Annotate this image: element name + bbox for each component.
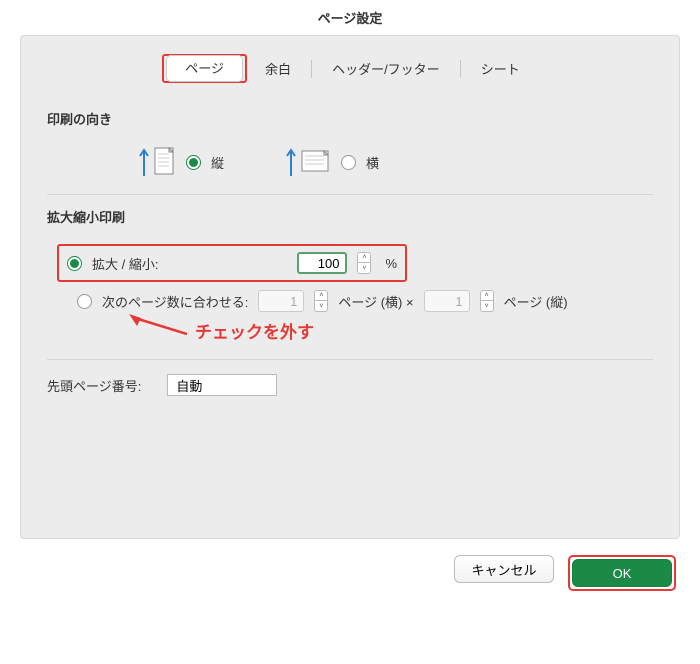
- tab-highlight: ページ: [162, 54, 247, 83]
- chevron-down-icon[interactable]: ˅: [357, 263, 371, 274]
- landscape-icon: [284, 146, 331, 178]
- dialog-title: ページ設定: [0, 0, 700, 35]
- chevron-up-icon[interactable]: ˄: [480, 290, 494, 301]
- chevron-down-icon[interactable]: ˅: [480, 301, 494, 312]
- annotation: チェックを外す: [197, 318, 653, 343]
- adjust-to-row: 拡大 / 縮小: ˄ ˅ %: [57, 244, 407, 282]
- arrow-icon: [127, 314, 187, 338]
- percent-label: %: [385, 256, 397, 271]
- orientation-portrait-group: 縦: [137, 146, 224, 178]
- fit-tall-spinner[interactable]: ˄ ˅: [480, 290, 494, 312]
- orientation-title: 印刷の向き: [47, 109, 653, 128]
- tab-margins[interactable]: 余白: [247, 54, 309, 83]
- scaling-title: 拡大縮小印刷: [47, 207, 653, 226]
- fit-to-label: 次のページ数に合わせる:: [102, 292, 248, 311]
- cancel-button[interactable]: キャンセル: [454, 555, 554, 583]
- tab-separator: [460, 60, 461, 78]
- fit-wide-input[interactable]: [258, 290, 304, 312]
- tab-separator: [311, 60, 312, 78]
- dialog-body: ページ 余白 ヘッダー/フッター シート 印刷の向き 縦: [20, 35, 680, 539]
- radio-fit-to[interactable]: [77, 294, 92, 309]
- first-page-input[interactable]: [167, 374, 277, 396]
- chevron-up-icon[interactable]: ˄: [314, 290, 328, 301]
- scale-spinner[interactable]: ˄ ˅: [357, 252, 371, 274]
- dialog-footer: キャンセル OK: [0, 539, 700, 605]
- tab-page[interactable]: ページ: [166, 55, 243, 82]
- fit-wide-label: ページ (横) ×: [338, 292, 413, 311]
- tab-header-footer[interactable]: ヘッダー/フッター: [314, 54, 458, 83]
- portrait-icon: [137, 146, 176, 178]
- chevron-up-icon[interactable]: ˄: [357, 252, 371, 263]
- divider: [47, 359, 653, 360]
- fit-wide-spinner[interactable]: ˄ ˅: [314, 290, 328, 312]
- radio-portrait[interactable]: [186, 155, 201, 170]
- annotation-text: チェックを外す: [195, 318, 314, 343]
- chevron-down-icon[interactable]: ˅: [314, 301, 328, 312]
- radio-landscape[interactable]: [341, 155, 356, 170]
- orientation-section: 印刷の向き 縦 横: [21, 97, 679, 194]
- tab-sheet[interactable]: シート: [463, 54, 538, 83]
- tabs-bar: ページ 余白 ヘッダー/フッター シート: [21, 36, 679, 97]
- first-page-label: 先頭ページ番号:: [47, 376, 141, 395]
- scaling-section: 拡大縮小印刷 拡大 / 縮小: ˄ ˅ % 次のページ数に合わせる: ˄ ˅ ペ…: [21, 195, 679, 359]
- radio-adjust-to[interactable]: [67, 256, 82, 271]
- fit-tall-input[interactable]: [424, 290, 470, 312]
- ok-button[interactable]: OK: [572, 559, 672, 587]
- ok-highlight: OK: [568, 555, 676, 591]
- portrait-label: 縦: [211, 153, 224, 172]
- orientation-landscape-group: 横: [284, 146, 379, 178]
- landscape-label: 横: [366, 153, 379, 172]
- adjust-to-label: 拡大 / 縮小:: [92, 254, 158, 273]
- fit-tall-label: ページ (縦): [504, 292, 568, 311]
- scale-input[interactable]: [297, 252, 347, 274]
- first-page-row: 先頭ページ番号:: [21, 374, 679, 396]
